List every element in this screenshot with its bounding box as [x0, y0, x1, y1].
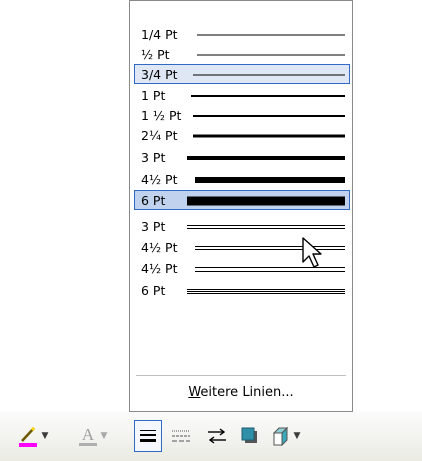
3d-style-button[interactable]: ▼	[267, 421, 303, 451]
shadow-style-button[interactable]	[238, 421, 262, 451]
line-sample	[187, 289, 345, 294]
chevron-down-icon[interactable]: ▼	[42, 431, 49, 441]
dash-style-button[interactable]	[168, 421, 194, 451]
line-style-item[interactable]: 6 Pt	[134, 280, 350, 300]
line-style-item[interactable]: 3 Pt	[134, 216, 350, 236]
line-style-label: 3 Pt	[141, 219, 166, 234]
line-style-label: 6 Pt	[141, 283, 166, 298]
arrow-style-icon	[208, 428, 226, 444]
font-color-icon: A	[78, 425, 97, 446]
line-style-item[interactable]: 3/4 Pt	[134, 64, 350, 84]
more-lines-accelerator: W	[188, 385, 201, 400]
line-style-label: 4½ Pt	[141, 240, 178, 255]
line-style-label: 2¼ Pt	[141, 128, 178, 143]
chevron-down-icon[interactable]: ▼	[101, 431, 108, 441]
menu-separator	[136, 375, 346, 376]
line-style-label: 4½ Pt	[141, 261, 178, 276]
line-style-item[interactable]: 1 ½ Pt	[134, 105, 350, 125]
line-style-label: 3/4 Pt	[141, 67, 178, 82]
dash-style-icon	[172, 430, 190, 442]
chevron-down-icon[interactable]: ▼	[294, 431, 301, 441]
line-style-item[interactable]: 6 Pt	[134, 190, 350, 210]
line-style-label: 4½ Pt	[141, 172, 178, 187]
line-sample	[193, 115, 345, 117]
line-sample	[197, 54, 345, 56]
line-sample	[187, 196, 345, 206]
line-sample	[193, 134, 345, 138]
line-style-label: 1 ½ Pt	[141, 108, 182, 123]
line-sample	[191, 95, 345, 97]
line-sample	[195, 177, 345, 183]
line-style-label: 1 Pt	[141, 88, 166, 103]
line-style-item[interactable]: 2¼ Pt	[134, 125, 350, 145]
line-style-item[interactable]: 1 Pt	[134, 85, 350, 105]
line-style-label: 6 Pt	[141, 193, 166, 208]
line-style-icon	[140, 430, 156, 442]
line-style-dropdown: 1/4 Pt ½ Pt 3/4 Pt 1 Pt 1 ½ Pt 2¼ Pt 3 Pt 4½ Pt…	[129, 0, 353, 412]
more-lines-label: eitere Linien...	[200, 385, 294, 400]
line-style-label: ½ Pt	[141, 47, 170, 62]
more-lines-menu-item[interactable]: Weitere Linien...	[130, 383, 352, 403]
line-sample	[187, 225, 345, 229]
font-color-button[interactable]: A ▼	[72, 421, 112, 451]
line-style-item[interactable]: ½ Pt	[134, 44, 350, 64]
line-style-button[interactable]	[134, 420, 162, 452]
line-style-item[interactable]: 1/4 Pt	[134, 24, 350, 44]
line-style-label: 1/4 Pt	[141, 27, 178, 42]
line-style-item[interactable]: 4½ Pt	[134, 169, 350, 189]
line-color-button[interactable]: ▼	[16, 421, 50, 451]
line-style-item[interactable]: 3 Pt	[134, 147, 350, 167]
line-sample	[187, 156, 345, 160]
drawing-toolbar: ▼ A ▼ ▼	[0, 412, 422, 461]
line-sample	[197, 34, 345, 36]
line-sample	[193, 74, 345, 76]
arrow-style-button[interactable]	[204, 421, 230, 451]
font-color-letter: A	[81, 425, 94, 444]
shadow-style-icon	[241, 427, 257, 443]
mouse-cursor-icon	[302, 237, 322, 268]
line-style-label: 3 Pt	[141, 150, 166, 165]
line-color-pencil-icon	[18, 426, 37, 447]
3d-style-icon	[272, 426, 288, 447]
